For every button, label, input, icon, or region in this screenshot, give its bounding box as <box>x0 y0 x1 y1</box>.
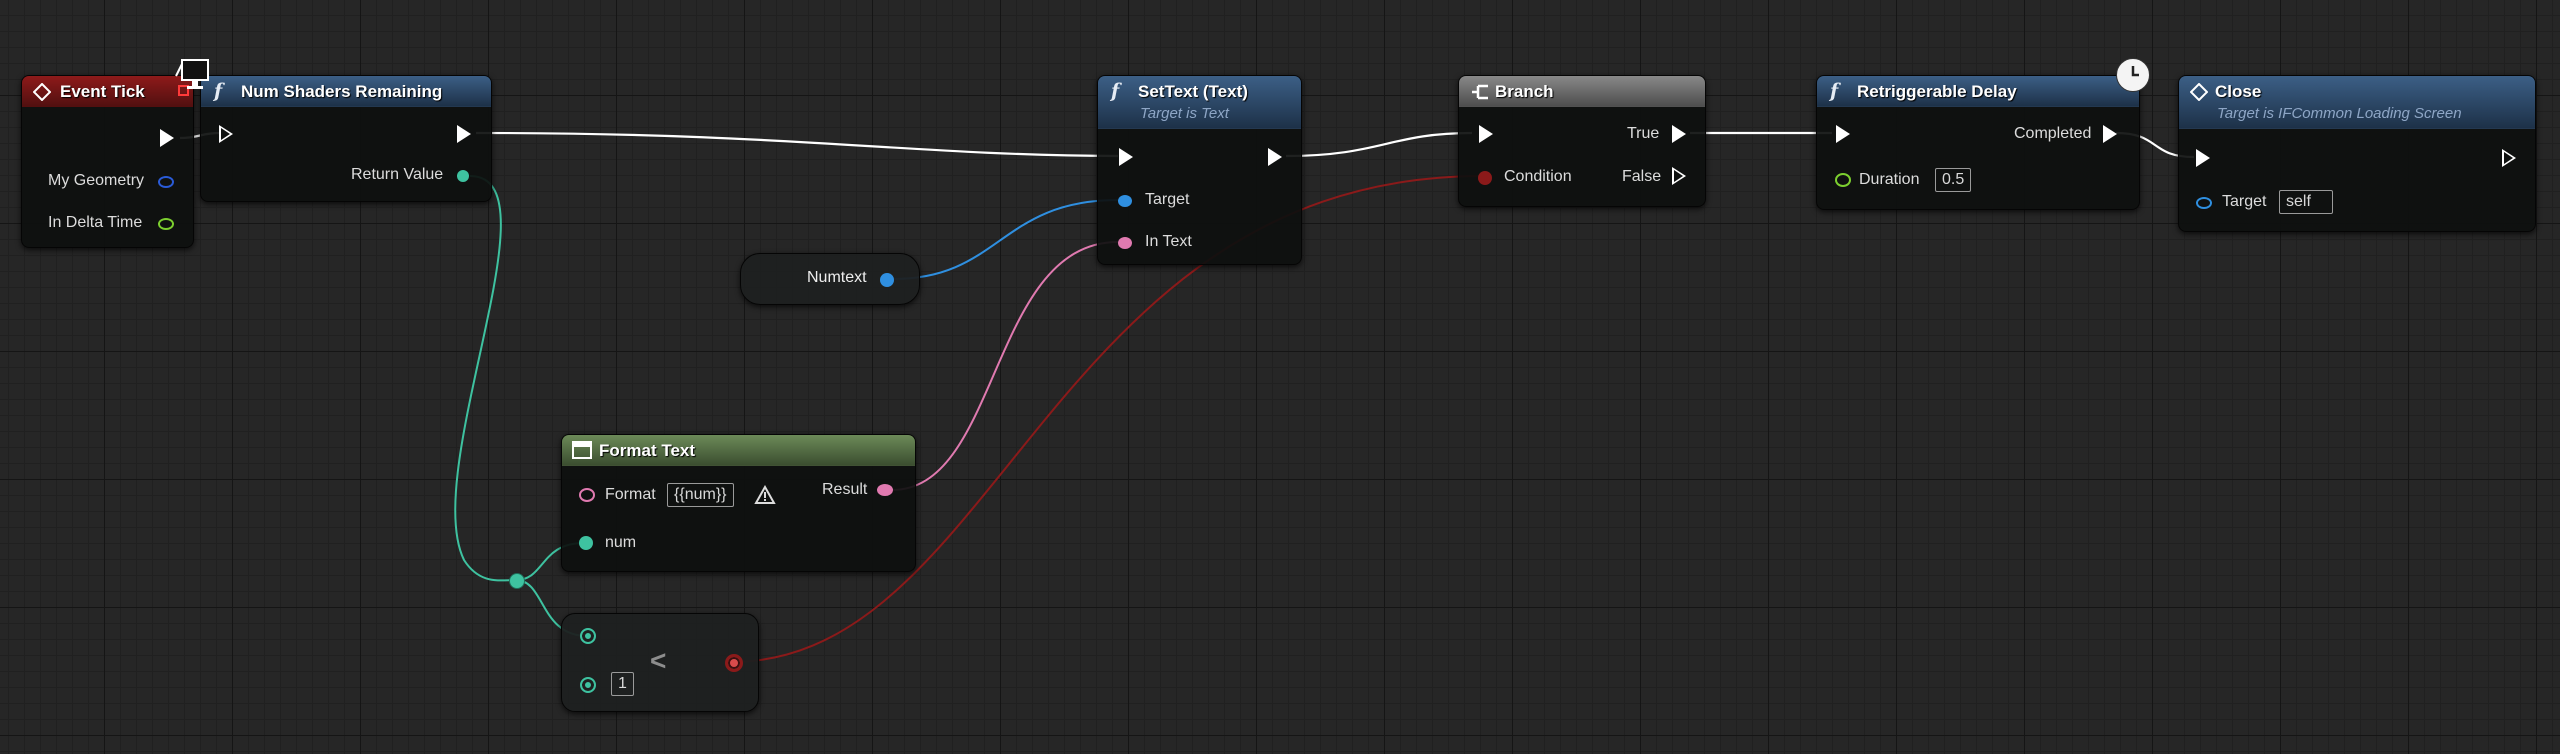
in-delta-time-label: In Delta Time <box>48 214 143 231</box>
event-tick-title: Event Tick <box>60 82 145 101</box>
event-tick-node[interactable]: Event Tick My Geometry In Delta Time <box>21 75 194 248</box>
branch-condition-label: Condition <box>1504 168 1572 185</box>
branch-true-label: True <box>1627 125 1660 142</box>
branch-node[interactable]: Branch True Condition False <box>1458 75 1706 207</box>
result-pin[interactable] <box>877 484 893 496</box>
format-text-icon <box>572 441 592 459</box>
diamond-icon <box>33 83 51 101</box>
branch-icon <box>1472 84 1488 100</box>
num-shaders-exec-out[interactable] <box>457 125 471 143</box>
delay-exec-in[interactable] <box>1836 125 1850 143</box>
exec-wire-num-to-settext[interactable] <box>475 131 1119 158</box>
function-icon: f <box>1830 80 1839 102</box>
delay-duration-input[interactable]: 0.5 <box>1935 168 1972 192</box>
set-text-exec-in[interactable] <box>1119 148 1133 166</box>
num-pin[interactable] <box>579 536 593 550</box>
set-text-intext-label: In Text <box>1145 233 1192 250</box>
return-value-label: Return Value <box>351 166 444 183</box>
close-exec-in[interactable] <box>2196 149 2210 167</box>
format-text-header[interactable]: Format Text <box>562 435 915 466</box>
less-a-pin[interactable] <box>580 628 596 644</box>
format-text-title: Format Text <box>599 441 696 460</box>
set-text-exec-out[interactable] <box>1268 148 1282 166</box>
close-exec-out[interactable] <box>2502 149 2516 167</box>
function-icon: f <box>1111 80 1120 102</box>
delay-completed-pin[interactable] <box>2103 125 2117 143</box>
int-wire-return-to-reroute[interactable] <box>454 175 517 582</box>
set-text-intext-pin[interactable] <box>1118 237 1132 249</box>
less-b-pin[interactable] <box>580 677 596 693</box>
less-than-node[interactable]: 1 < <box>561 613 759 712</box>
numtext-pin[interactable] <box>880 273 894 287</box>
branch-true-pin[interactable] <box>1672 125 1686 143</box>
close-target-pin[interactable] <box>2196 197 2212 209</box>
num-shaders-remaining-node[interactable]: f Num Shaders Remaining Return Value <box>200 75 492 202</box>
num-shaders-exec-in[interactable] <box>219 125 233 143</box>
branch-exec-in[interactable] <box>1479 125 1493 143</box>
my-geometry-label: My Geometry <box>48 172 145 189</box>
close-subtitle: Target is IFCommon Loading Screen <box>2217 105 2462 122</box>
numtext-label: Numtext <box>807 269 867 286</box>
my-geometry-pin[interactable] <box>158 176 174 188</box>
text-wire-result-to-intext[interactable] <box>891 241 1119 491</box>
function-icon: f <box>214 80 223 102</box>
event-tick-exec-out[interactable] <box>160 129 174 147</box>
num-shaders-title: Num Shaders Remaining <box>241 82 443 101</box>
close-header[interactable]: Close Target is IFCommon Loading Screen <box>2179 76 2535 129</box>
less-b-input[interactable]: 1 <box>611 672 634 696</box>
close-target-input[interactable]: self <box>2279 190 2333 214</box>
retriggerable-delay-node[interactable]: f Retriggerable Delay Completed Duration… <box>1816 75 2140 210</box>
delay-duration-pin[interactable] <box>1835 173 1851 187</box>
branch-header[interactable]: Branch <box>1459 76 1705 107</box>
num-shaders-header[interactable]: f Num Shaders Remaining <box>201 76 491 107</box>
object-wire-numtext-to-target[interactable] <box>892 199 1119 280</box>
event-tick-header[interactable]: Event Tick <box>22 76 193 107</box>
format-pin[interactable] <box>579 488 595 502</box>
branch-false-pin[interactable] <box>1672 167 1686 185</box>
set-text-target-label: Target <box>1145 191 1190 208</box>
close-title: Close <box>2215 82 2262 101</box>
less-than-operator: < <box>650 645 667 676</box>
branch-false-label: False <box>1622 168 1662 185</box>
result-label: Result <box>822 481 868 498</box>
exec-wire-settext-to-branch[interactable] <box>1285 131 1473 158</box>
num-label: num <box>605 534 637 551</box>
less-result-pin[interactable] <box>725 654 743 672</box>
format-input[interactable]: {{num}} <box>667 483 734 507</box>
set-text-node[interactable]: f SetText (Text) Target is Text Target I… <box>1097 75 1302 265</box>
delay-completed-label: Completed <box>2014 125 2092 142</box>
set-text-header[interactable]: f SetText (Text) Target is Text <box>1098 76 1301 129</box>
numtext-variable-node[interactable]: Numtext <box>740 253 920 305</box>
diamond-icon <box>2190 83 2208 101</box>
set-text-title: SetText (Text) <box>1138 82 1248 101</box>
branch-condition-pin[interactable] <box>1478 171 1492 185</box>
warning-icon <box>754 485 776 504</box>
monitor-icon <box>175 59 209 89</box>
return-value-pin[interactable] <box>457 170 469 182</box>
clock-icon <box>2116 58 2150 92</box>
set-text-subtitle: Target is Text <box>1140 105 1229 122</box>
delay-title: Retriggerable Delay <box>1857 82 2017 101</box>
close-node[interactable]: Close Target is IFCommon Loading Screen … <box>2178 75 2536 232</box>
branch-title: Branch <box>1495 82 1554 101</box>
close-target-label: Target <box>2222 193 2267 210</box>
format-text-node[interactable]: Format Text Format {{num}} Result num <box>561 434 916 572</box>
in-delta-time-pin[interactable] <box>158 218 174 230</box>
delay-header[interactable]: f Retriggerable Delay <box>1817 76 2139 107</box>
reroute-knot[interactable] <box>509 573 525 589</box>
delay-duration-label: Duration <box>1859 171 1920 188</box>
set-text-target-pin[interactable] <box>1118 195 1132 207</box>
format-label: Format <box>605 486 656 503</box>
